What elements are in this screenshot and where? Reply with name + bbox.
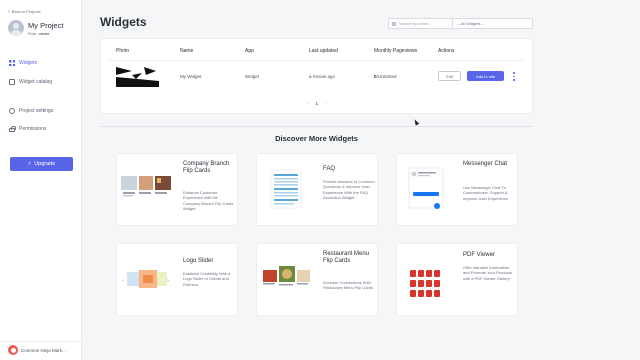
catalog-icon: [9, 79, 15, 85]
widget-name[interactable]: My Widget: [180, 74, 201, 79]
pdf-viewer-preview: [410, 270, 440, 297]
svg-text:›: ›: [167, 278, 169, 284]
sidebar-item-widget-catalog[interactable]: Widget catalog: [9, 79, 52, 85]
project-header: My Project Role: owner: [8, 20, 63, 36]
avatar: [8, 20, 24, 36]
widget-app: Widget: [245, 74, 260, 79]
lock-icon: [9, 126, 16, 132]
column-header-actions: Actions: [438, 48, 455, 54]
card-title: Logo Slider: [183, 258, 214, 264]
edit-button[interactable]: Edit: [438, 71, 461, 81]
search-placeholder: Search by name...: [399, 21, 432, 26]
sidebar-item-label: Permissions: [19, 126, 47, 132]
upgrade-button[interactable]: ⚡ Upgrade: [10, 157, 73, 171]
grid-icon: [9, 60, 15, 66]
common-ninja-logo-icon: [8, 345, 18, 355]
card-title: FAQ: [323, 166, 336, 172]
add-to-site-button[interactable]: Add to site: [467, 71, 504, 81]
card-title: Restaurant Menu Flip Cards: [323, 251, 370, 264]
more-options-icon[interactable]: [512, 72, 516, 81]
account-menu[interactable]: Common Ninja Mark...: [8, 345, 66, 355]
pagination-prev[interactable]: ‹: [307, 101, 309, 106]
card-description: Increase Conversions With Restaurant Men…: [323, 280, 374, 291]
sidebar-item-label: Widgets: [19, 60, 38, 66]
widget-card-messenger-chat[interactable]: Messenger Chat Use Messenger Chat To Com…: [396, 153, 518, 226]
widgets-table: Photo Name App Last updated Monthly Page…: [100, 38, 533, 114]
card-title: PDF Viewer: [463, 252, 495, 258]
back-to-projects-link[interactable]: ‹ Back to Projects: [8, 9, 41, 14]
svg-text:‹: ‹: [122, 278, 124, 284]
widget-last-updated: a minute ago: [309, 74, 336, 79]
lightning-icon: ⚡: [27, 161, 32, 167]
widget-pageviews: 0/Unlimited: [374, 74, 397, 79]
divider: [0, 341, 82, 342]
mouse-cursor: [412, 118, 420, 126]
sidebar-item-label: Project settings: [19, 108, 54, 114]
card-description: Provide Answers to Common Questions & Im…: [323, 179, 375, 201]
column-header-last-updated: Last updated: [309, 48, 338, 54]
logo-slider-preview: ‹ ›: [122, 270, 169, 288]
gear-icon: [9, 108, 15, 114]
widget-filter-select[interactable]: -- All Widgets --: [453, 18, 533, 29]
account-label: Common Ninja Mark...: [21, 347, 66, 353]
card-title: Messenger Chat: [463, 161, 508, 167]
messenger-chat-preview: [408, 167, 444, 209]
column-header-monthly-pageviews: Monthly Pageviews: [374, 48, 418, 54]
widget-card-faq[interactable]: FAQ Provide Answers to Common Questions …: [256, 153, 378, 226]
sidebar-item-label: Widget catalog: [19, 79, 53, 85]
widget-card-company-branch-flip-cards[interactable]: Company Branch Flip Cards Enhance Custom…: [116, 153, 238, 226]
filter-value: -- All Widgets --: [457, 21, 485, 26]
page-title: Widgets: [100, 15, 147, 29]
search-input[interactable]: Search by name...: [388, 18, 453, 29]
chevron-left-icon: ‹: [8, 8, 10, 15]
card-description: Establish Credibility With a Logo Slider…: [183, 271, 231, 287]
back-label: Back to Projects: [11, 9, 41, 14]
pagination-page[interactable]: 1: [316, 101, 319, 106]
faq-preview: [270, 169, 302, 209]
sidebar-item-widgets[interactable]: Widgets: [9, 60, 37, 66]
card-description: Enhance Customer Experience with the Com…: [183, 190, 234, 212]
upgrade-label: Upgrade: [34, 161, 56, 167]
column-header-photo: Photo: [116, 48, 130, 54]
restaurant-menu-flip-cards-preview: [263, 266, 310, 286]
widget-thumbnail[interactable]: [116, 65, 159, 87]
widget-card-restaurant-menu-flip-cards[interactable]: Restaurant Menu Flip Cards Increase Conv…: [256, 243, 378, 316]
sidebar: ‹ Back to Projects My Project Role: owne…: [0, 0, 82, 360]
discover-title: Discover More Widgets: [275, 134, 358, 143]
card-description: Use Messenger Chat To Communicate, Suppo…: [463, 185, 509, 201]
pagination-next[interactable]: ›: [325, 101, 327, 106]
widget-card-logo-slider[interactable]: ‹ › Logo Slider Establish Credibility Wi…: [116, 243, 238, 316]
project-role: Role: owner: [28, 30, 50, 36]
search-icon: [392, 21, 396, 26]
widget-card-pdf-viewer[interactable]: PDF Viewer Offer Valuable Information an…: [396, 243, 518, 316]
column-header-name: Name: [180, 48, 194, 54]
divider: [109, 60, 524, 61]
company-branch-flip-cards-preview: [121, 176, 171, 197]
card-title: Company Branch Flip Cards: [183, 161, 230, 174]
sidebar-item-project-settings[interactable]: Project settings: [9, 108, 53, 114]
column-header-app: App: [245, 48, 254, 54]
project-name: My Project: [28, 20, 64, 30]
divider: [100, 126, 533, 127]
pagination: ‹ 1 ›: [307, 101, 327, 106]
card-description: Offer Valuable Information and Promote Y…: [463, 265, 512, 281]
sidebar-item-permissions[interactable]: Permissions: [9, 126, 46, 132]
